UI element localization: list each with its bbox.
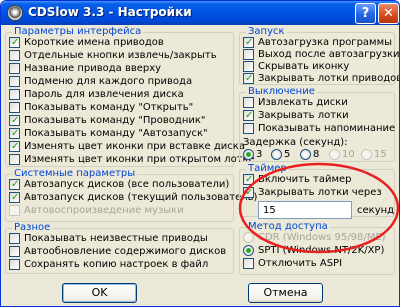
checkbox[interactable] <box>9 50 20 61</box>
delay-radio-label: 8 <box>313 149 320 160</box>
radio-button[interactable] <box>243 149 254 160</box>
timer-group: Таймер Включить таймерЗакрывать лотки че… <box>239 163 395 219</box>
checkbox[interactable] <box>9 259 20 270</box>
checkbox[interactable] <box>243 123 254 134</box>
system-option-label: Автозапуск дисков (все пользователи) <box>24 179 230 190</box>
misc-option-label: Показывать неизвестные приводы <box>24 233 208 244</box>
radio-button[interactable] <box>300 149 311 160</box>
system-option-label: Автозапуск дисков (текущий пользователь) <box>24 192 258 203</box>
checkbox[interactable] <box>243 258 254 269</box>
delay-radio-label: 15 <box>374 149 387 160</box>
checkbox[interactable] <box>9 114 20 127</box>
checkbox[interactable] <box>9 191 20 204</box>
checkbox[interactable] <box>243 49 254 60</box>
interface-option-label: Название привода вверху <box>24 63 162 74</box>
checkbox[interactable] <box>9 178 20 191</box>
startup-group: Запуск Автозагрузка программыВыход после… <box>239 26 399 85</box>
radio-button <box>243 232 254 243</box>
shutdown-group: Выключение Извлекать дискиЗакрывать лотк… <box>239 86 396 162</box>
interface-option-label: Подменю для каждого привода <box>24 76 193 87</box>
disable-aspi-label: Отключить ASPI <box>258 258 343 269</box>
misc-group: Разное Показывать неизвестные приводы Авт… <box>5 222 234 274</box>
ok-button[interactable]: OK <box>62 283 137 303</box>
checkbox[interactable] <box>243 186 254 199</box>
window-title: CDSlow 3.3 - Настройки <box>28 5 192 19</box>
system-option-label: Автовоспроизведение музыки <box>24 205 184 216</box>
interface-option-label: Изменять цвет иконки при вставке диска <box>24 141 245 152</box>
checkbox[interactable] <box>9 36 20 49</box>
checkbox[interactable] <box>9 89 20 100</box>
access-method-label: SPTI (Windows NT/2K/XP) <box>258 245 385 256</box>
interface-group: Параметры интерфейса Короткие имена прив… <box>5 26 255 167</box>
checkbox[interactable] <box>9 233 20 244</box>
checkbox[interactable] <box>9 102 20 113</box>
checkbox[interactable] <box>243 109 254 122</box>
misc-option-label: Сохранять копию настроек в файл <box>24 259 209 270</box>
interface-option-label: Пароль для извлечения диска <box>24 89 184 100</box>
checkbox[interactable] <box>9 140 20 153</box>
system-group: Системные параметры Автозапуск дисков (в… <box>5 168 257 222</box>
timer-seconds-input[interactable]: 15 <box>258 201 352 219</box>
interface-option-label: Отдельные кнопки извлечь/закрыть <box>24 50 217 61</box>
radio-button[interactable] <box>271 149 282 160</box>
checkbox[interactable] <box>243 36 254 49</box>
checkbox[interactable] <box>243 61 254 72</box>
timer-option-label: Закрывать лотки через <box>258 187 382 198</box>
timer-unit-label: секунд <box>357 205 395 216</box>
shutdown-option-label: Показывать напоминание <box>258 123 396 134</box>
radio-button <box>329 149 340 160</box>
delay-radio-label: 10 <box>342 149 355 160</box>
interface-option-label: Короткие имена приводов <box>24 37 164 48</box>
interface-option-label: Показывать команду "Автозапуск" <box>24 128 208 139</box>
interface-option-label: Показывать команду "Проводник" <box>24 115 206 126</box>
cancel-button[interactable]: Отмена <box>248 283 323 303</box>
cd-disc-icon <box>7 5 23 21</box>
checkbox[interactable] <box>243 97 254 108</box>
checkbox[interactable] <box>9 246 20 257</box>
misc-option-label: Автообновление содержимого дисков <box>24 246 227 257</box>
timer-option-label: Включить таймер <box>258 174 352 185</box>
interface-option-label: Изменять цвет иконки при открытом лотке <box>24 154 255 165</box>
title-bar[interactable]: CDSlow 3.3 - Настройки ? ✕ <box>1 1 399 25</box>
settings-window: CDSlow 3.3 - Настройки ? ✕ Параметры инт… <box>0 0 400 307</box>
shutdown-option-label: Закрывать лотки <box>258 110 349 121</box>
radio-button[interactable] <box>243 245 254 256</box>
shutdown-option-label: Извлекать диски <box>258 97 348 108</box>
checkbox[interactable] <box>9 76 20 87</box>
startup-option-label: Закрывать лотки приводов <box>258 73 400 84</box>
close-button[interactable]: ✕ <box>378 3 399 24</box>
checkbox[interactable] <box>9 63 20 74</box>
checkbox[interactable] <box>243 72 254 85</box>
access-method-label: CDR (Windows 95/98/ME) <box>258 232 386 243</box>
checkbox[interactable] <box>9 127 20 140</box>
checkbox[interactable] <box>243 173 254 186</box>
radio-button <box>361 149 372 160</box>
delay-radio-label: 5 <box>284 149 291 160</box>
checkbox <box>9 205 20 216</box>
checkbox[interactable] <box>9 154 20 165</box>
help-button[interactable]: ? <box>355 3 376 24</box>
access-group: Метод доступа CDR (Windows 95/98/ME) SPTI… <box>239 221 395 275</box>
interface-option-label: Показывать команду "Открыть" <box>24 102 194 113</box>
delay-radio-label: 3 <box>256 149 263 160</box>
